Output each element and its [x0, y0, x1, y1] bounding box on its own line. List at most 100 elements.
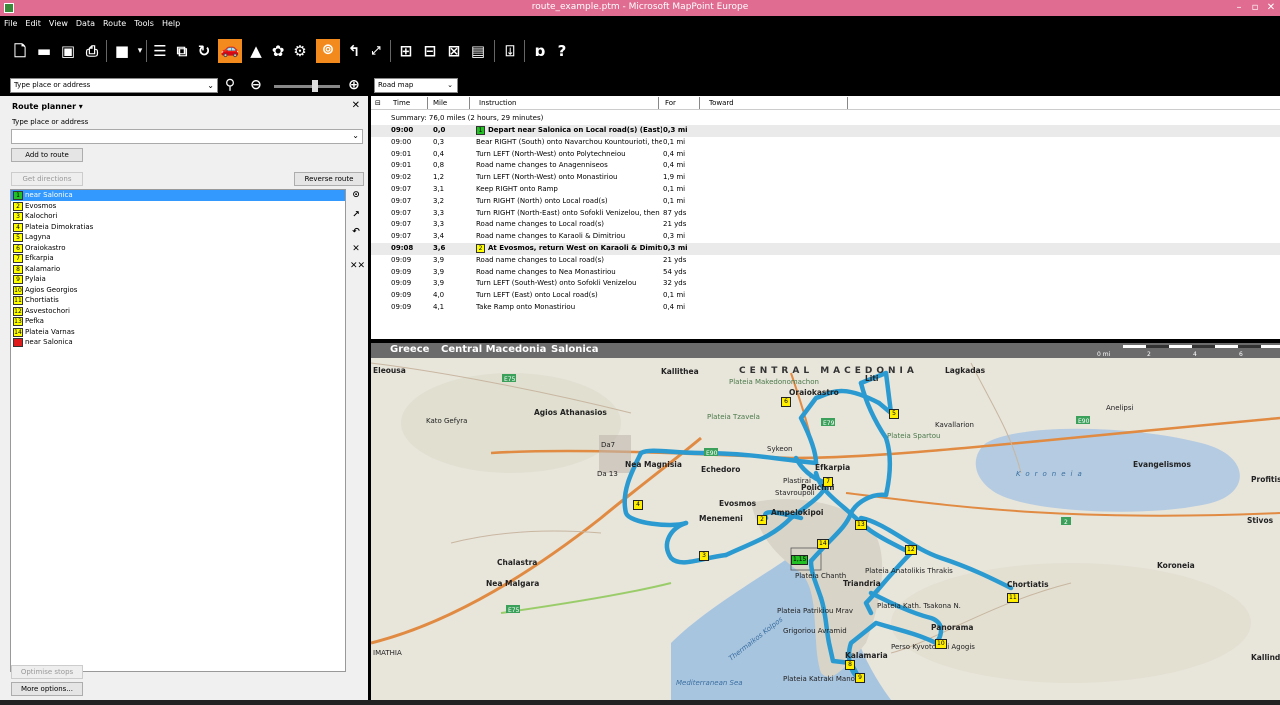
- route-marker[interactable]: 12: [905, 545, 917, 555]
- remove-all-stops-icon[interactable]: ✕✕: [350, 261, 365, 271]
- menu-edit[interactable]: Edit: [21, 16, 45, 28]
- stop-list[interactable]: 1 near Salonica 2 Evosmos 3 Kalochori 4 Plateia…: [10, 189, 346, 672]
- gps-steering-wheel-icon[interactable]: ⊚: [316, 39, 340, 63]
- find-location-input[interactable]: Type place or address ⌄: [10, 78, 218, 93]
- direction-row[interactable]: 09:07 3,3 Turn RIGHT (North-East) onto Sof…: [371, 208, 1280, 220]
- menu-tools[interactable]: Tools: [130, 16, 158, 28]
- stop-item[interactable]: 12 Asvestochori: [11, 306, 345, 317]
- close-pane-icon[interactable]: ✕: [352, 100, 360, 111]
- zoom-in-icon[interactable]: ⊕: [344, 75, 364, 95]
- open-folder-icon[interactable]: ▬: [34, 41, 54, 61]
- save-icon[interactable]: ▣: [58, 41, 78, 61]
- stop-item[interactable]: 6 Oraiokastro: [11, 243, 345, 254]
- direction-row[interactable]: 09:09 3,9 Road name changes to Local road(…: [371, 255, 1280, 267]
- map-view[interactable]: CENTRAL MACEDONIA Koroneia Liti Lagkadas…: [371, 343, 1280, 700]
- color-icon[interactable]: ■: [112, 41, 132, 61]
- direction-row[interactable]: 09:09 3,9 Turn LEFT (South-West) onto Sofo…: [371, 278, 1280, 290]
- territory-icon[interactable]: ⊠: [444, 41, 464, 61]
- collapse-icon[interactable]: ⊟: [375, 99, 381, 107]
- map-style-select[interactable]: Road map ⌄: [374, 78, 458, 93]
- route-marker[interactable]: 4: [633, 500, 643, 510]
- stop-item[interactable]: 5 Lagyna: [11, 232, 345, 243]
- route-marker[interactable]: 5: [889, 409, 899, 419]
- route-marker[interactable]: 7: [823, 477, 833, 487]
- stop-item[interactable]: 4 Plateia Dimokratias: [11, 222, 345, 233]
- direction-row[interactable]: 09:07 3,1 Keep RIGHT onto Ramp 0,1 mi: [371, 184, 1280, 196]
- settings-gear-icon[interactable]: ⚙: [290, 41, 310, 61]
- export-table-icon[interactable]: ⊞: [396, 41, 416, 61]
- chevron-down-icon[interactable]: ⌄: [352, 131, 359, 140]
- zoom-slider[interactable]: [274, 85, 340, 88]
- fit-map-icon[interactable]: ⤢: [366, 41, 386, 61]
- direction-row[interactable]: 09:09 4,0 Turn LEFT (East) onto Local road…: [371, 290, 1280, 302]
- route-place-input[interactable]: ⌄: [11, 129, 363, 144]
- get-directions-button[interactable]: Get directions: [11, 172, 83, 186]
- stop-item[interactable]: near Salonica: [11, 337, 345, 348]
- add-to-route-button[interactable]: Add to route: [11, 148, 83, 162]
- zoom-slider-thumb[interactable]: [312, 80, 318, 92]
- menu-view[interactable]: View: [45, 16, 72, 28]
- import-icon[interactable]: ⍗: [500, 41, 520, 61]
- route-marker[interactable]: 3: [699, 551, 709, 561]
- stop-item[interactable]: 8 Kalamario: [11, 264, 345, 275]
- stop-item[interactable]: 2 Evosmos: [11, 201, 345, 212]
- new-file-icon[interactable]: 🗋: [10, 41, 30, 61]
- route-marker[interactable]: 14: [817, 539, 829, 549]
- direction-row[interactable]: 09:07 3,4 Road name changes to Karaoli & D…: [371, 231, 1280, 243]
- col-for[interactable]: For: [665, 99, 676, 107]
- route-marker[interactable]: 8: [845, 660, 855, 670]
- menu-data[interactable]: Data: [72, 16, 99, 28]
- direction-row[interactable]: 09:07 3,3 Road name changes to Local road(…: [371, 219, 1280, 231]
- remove-stop-icon[interactable]: ✕: [350, 244, 362, 254]
- chevron-down-icon[interactable]: ⌄: [207, 79, 214, 92]
- route-marker[interactable]: 6: [781, 397, 791, 407]
- menu-help[interactable]: Help: [158, 16, 184, 28]
- route-marker[interactable]: 13: [855, 520, 867, 530]
- route-planner-car-icon[interactable]: 🚗: [218, 39, 242, 63]
- direction-row[interactable]: 09:01 0,4 Turn LEFT (North-West) onto Poly…: [371, 149, 1280, 161]
- stop-item[interactable]: 1 near Salonica: [11, 190, 345, 201]
- find-nearby-icon[interactable]: ✿: [268, 41, 288, 61]
- drawing-shape-icon[interactable]: ɒ: [530, 41, 550, 61]
- chevron-down-icon[interactable]: ⌄: [447, 79, 453, 92]
- direction-row[interactable]: 09:07 3,2 Turn RIGHT (North) onto Local ro…: [371, 196, 1280, 208]
- reverse-route-button[interactable]: Reverse route: [294, 172, 364, 186]
- stop-item[interactable]: 13 Pefka: [11, 316, 345, 327]
- direction-row[interactable]: 09:09 4,1 Take Ramp onto Monastiriou 0,4 mi: [371, 302, 1280, 314]
- optimise-stops-button[interactable]: Optimise stops: [11, 665, 83, 679]
- col-mile[interactable]: Mile: [433, 99, 447, 107]
- stop-item[interactable]: 11 Chortiatis: [11, 295, 345, 306]
- report-icon[interactable]: ▤: [468, 41, 488, 61]
- menu-route[interactable]: Route: [99, 16, 130, 28]
- close-button[interactable]: ✕: [1258, 0, 1280, 16]
- move-up-icon[interactable]: ↗: [350, 210, 362, 220]
- col-time[interactable]: Time: [393, 99, 410, 107]
- print-icon[interactable]: ⎙: [82, 41, 102, 61]
- legend-icon[interactable]: ☰: [150, 41, 170, 61]
- direction-row[interactable]: 09:00 0,3 Bear RIGHT (South) onto Navarcho…: [371, 137, 1280, 149]
- menu-file[interactable]: File: [0, 16, 21, 28]
- direction-row[interactable]: 09:01 0,8 Road name changes to Anagenniseo…: [371, 160, 1280, 172]
- col-instruction[interactable]: Instruction: [479, 99, 516, 107]
- stop-item[interactable]: 9 Pylaia: [11, 274, 345, 285]
- route-marker[interactable]: 11: [1007, 593, 1019, 603]
- map-canvas[interactable]: CENTRAL MACEDONIA Koroneia Liti Lagkadas…: [371, 343, 1280, 700]
- stop-item[interactable]: 3 Kalochori: [11, 211, 345, 222]
- direction-row[interactable]: 09:00 0,0 1 Depart near Salonica on Local r…: [371, 125, 1280, 137]
- route-marker[interactable]: 9: [855, 673, 865, 683]
- col-toward[interactable]: Toward: [709, 99, 734, 107]
- stop-item[interactable]: 7 Efkarpia: [11, 253, 345, 264]
- data-mapping-icon[interactable]: ⊟: [420, 41, 440, 61]
- zoom-out-icon[interactable]: ⊖: [246, 75, 266, 95]
- route-planner-title[interactable]: Route planner ▾: [12, 102, 83, 111]
- stop-clock-icon[interactable]: ⊙: [350, 190, 362, 200]
- route-marker[interactable]: 10: [935, 639, 947, 649]
- route-marker[interactable]: 2: [757, 515, 767, 525]
- help-icon[interactable]: ?: [552, 41, 572, 61]
- route-marker[interactable]: 1,15: [791, 555, 809, 565]
- direction-row[interactable]: 09:02 1,2 Turn LEFT (North-West) onto Mona…: [371, 172, 1280, 184]
- map-region[interactable]: Central Macedonia: [441, 344, 546, 355]
- chevron-down-icon[interactable]: ▾: [130, 41, 150, 61]
- move-down-icon[interactable]: ↶: [350, 227, 362, 237]
- undo-arrow-icon[interactable]: ↰: [344, 41, 364, 61]
